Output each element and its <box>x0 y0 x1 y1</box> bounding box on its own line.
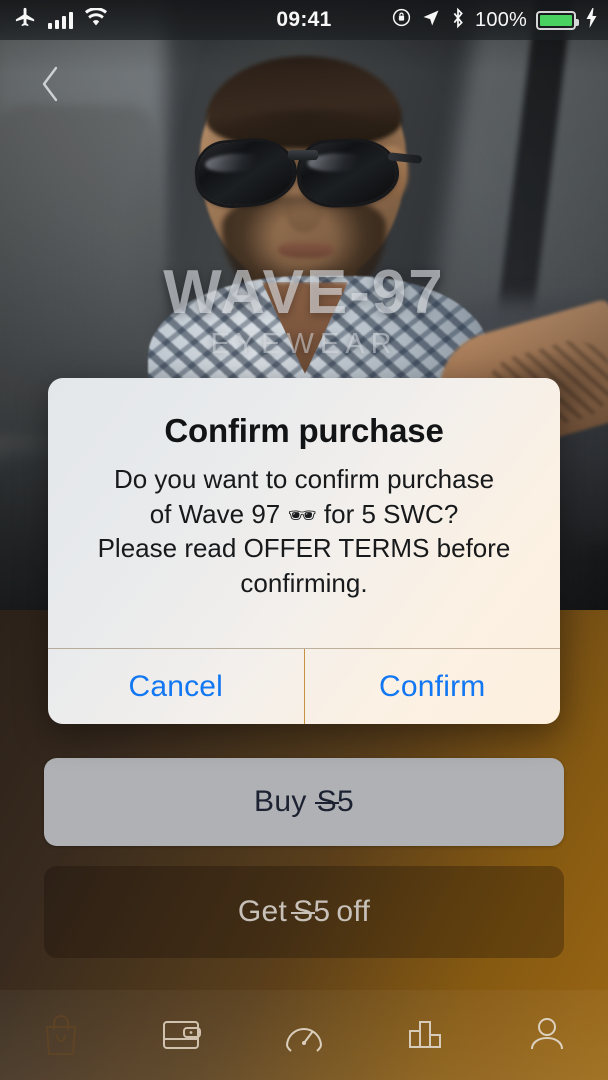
dialog-message-line3: Please read OFFER TERMS before <box>97 533 511 564</box>
dialog-cancel-button[interactable]: Cancel <box>48 649 304 724</box>
dialog-message-line4: confirming. <box>240 567 368 598</box>
sunglasses-emoji-icon: 🕶 <box>287 501 317 528</box>
dialog-actions: Cancel Confirm <box>48 648 561 725</box>
dialog-message-line2-post: for 5 SWC? <box>323 498 459 529</box>
dialog-message-line2-pre: of Wave 97 <box>149 498 281 529</box>
confirm-purchase-dialog: Confirm purchase Do you want to confirm … <box>48 378 561 725</box>
dialog-message: Do you want to confirm purchase of Wave … <box>74 462 534 622</box>
dialog-message-line1: Do you want to confirm purchase <box>113 464 495 494</box>
dialog-body: Confirm purchase Do you want to confirm … <box>48 378 560 648</box>
app-screen: WAVE-97 EYEWEAR Wave 97 Buy S5 Get S5 of… <box>0 0 608 1080</box>
dialog-confirm-button[interactable]: Confirm <box>303 649 561 725</box>
modal-overlay: Confirm purchase Do you want to confirm … <box>0 0 608 1080</box>
dialog-title: Confirm purchase <box>164 412 444 449</box>
